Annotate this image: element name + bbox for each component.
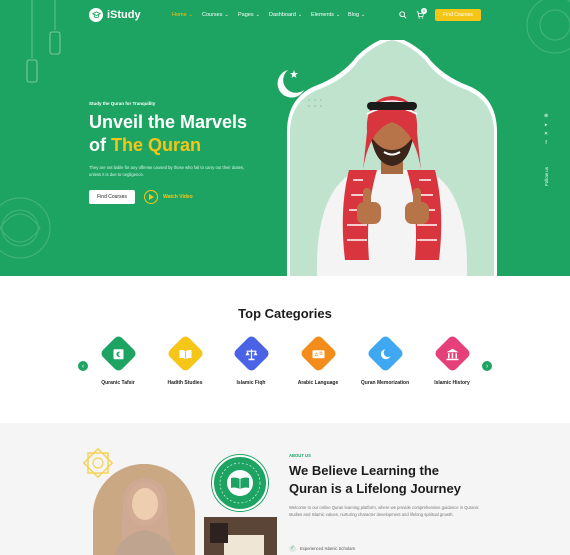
about-photo-student: [93, 464, 195, 555]
check-icon: ✓: [289, 545, 296, 552]
chevron-down-icon: ⌄: [188, 12, 193, 18]
category-label: Hadith Studies: [167, 380, 203, 386]
chevron-down-icon: ⌄: [224, 12, 229, 18]
hero-title: Unveil the Marvels of The Quran: [89, 111, 247, 157]
nav-item-label: Home: [172, 12, 187, 18]
about-title-line2: Quran is a Lifelong Journey: [289, 481, 461, 496]
category-icon-tile: A: [298, 334, 338, 373]
category-card-islamic-history[interactable]: Islamic History: [417, 334, 487, 386]
hero-title-highlight: The Quran: [111, 135, 202, 155]
nav-item-home[interactable]: Home ⌄: [172, 12, 193, 18]
nav-item-label: Blog: [348, 12, 360, 18]
category-card-islamic-fiqh[interactable]: Islamic Fiqh: [216, 334, 286, 386]
find-courses-button[interactable]: Find Courses: [435, 9, 481, 21]
nav-item-pages[interactable]: Pages ⌄: [238, 12, 260, 18]
about-title: We Believe Learning the Quran is a Lifel…: [289, 462, 461, 498]
chevron-down-icon: ⌄: [361, 12, 366, 18]
nav-item-label: Courses: [202, 12, 223, 18]
pinterest-icon[interactable]: ⊛: [544, 113, 548, 119]
category-label: Islamic Fiqh: [236, 380, 266, 386]
nav-item-label: Pages: [238, 12, 254, 18]
category-card-arabic-language[interactable]: A Arabic Language: [283, 334, 353, 386]
about-photo-reading: [204, 517, 277, 555]
play-icon: [144, 190, 158, 204]
category-icon-tile: [165, 334, 205, 373]
brand-name: iStudy: [107, 9, 141, 21]
cart-count-badge: 0: [421, 8, 427, 14]
social-links: ⊛ ▸ ✕ f: [544, 113, 548, 146]
category-card-quran-memorization[interactable]: Quran Memorization: [350, 334, 420, 386]
nav-item-label: Dashboard: [269, 12, 296, 18]
watch-video-button[interactable]: Watch Video: [144, 190, 193, 204]
chevron-down-icon: ⌄: [297, 12, 303, 18]
nav-item-elements[interactable]: Elements ⌄: [311, 12, 340, 18]
hero-title-line1: Unveil the Marvels: [89, 112, 248, 132]
search-icon[interactable]: [399, 11, 407, 19]
categories-title: Top Categories: [238, 306, 332, 321]
hero-description: They are not liable for any offense caus…: [89, 165, 245, 177]
chevron-down-icon: ⌄: [335, 12, 341, 18]
about-badge: [212, 455, 268, 511]
logo-icon: [89, 8, 103, 22]
language-icon: A: [312, 349, 324, 358]
hero-arch-image: [287, 40, 497, 276]
about-section: [0, 423, 570, 555]
nav-item-blog[interactable]: Blog ⌄: [348, 12, 365, 18]
logo[interactable]: iStudy: [89, 8, 141, 22]
checklist-item: ✓ Experienced Islamic Scholars: [289, 545, 355, 552]
category-icon-tile: [365, 334, 405, 373]
page: iStudy Home ⌄ Courses ⌄ Pages ⌄ Dashboard ⌄ …: [0, 0, 570, 555]
category-card-quranic-tafsir[interactable]: Quranic Tafsir: [83, 334, 153, 386]
hero-title-prefix: of: [89, 135, 111, 155]
category-icon-tile: [432, 334, 472, 373]
chevron-down-icon: ⌄: [255, 12, 260, 18]
category-label: Islamic History: [434, 380, 470, 386]
hero-kicker: Study the Quran for Tranquility: [89, 101, 156, 106]
top-navbar: iStudy Home ⌄ Courses ⌄ Pages ⌄ Dashboard ⌄ …: [0, 0, 570, 30]
museum-icon: [446, 348, 458, 360]
nav-item-dashboard[interactable]: Dashboard ⌄: [269, 12, 302, 18]
category-label: Quranic Tafsir: [101, 380, 135, 386]
category-card-hadith-studies[interactable]: Hadith Studies: [150, 334, 220, 386]
scales-icon: [245, 348, 257, 360]
category-icon-tile: [98, 334, 138, 373]
crescent-star-icon: [277, 70, 304, 98]
hero-section: iStudy Home ⌄ Courses ⌄ Pages ⌄ Dashboard ⌄ …: [0, 0, 570, 276]
watch-video-label: Watch Video: [163, 194, 193, 200]
hero-find-courses-button[interactable]: Find Courses: [89, 190, 135, 204]
category-icon-tile: [231, 334, 271, 373]
category-label: Quran Memorization: [360, 380, 410, 386]
follow-us-label: Follow us: [544, 166, 549, 186]
ornament-decoration: [0, 197, 51, 259]
crescent-icon: [380, 348, 390, 359]
about-description: Welcome to our online Quran learning pla…: [289, 505, 479, 517]
about-tag: ABOUT US: [289, 453, 311, 458]
book-open-icon: [179, 349, 191, 359]
youtube-icon[interactable]: ▸: [545, 122, 548, 128]
quran-icon: [113, 348, 123, 359]
facebook-icon[interactable]: f: [545, 140, 546, 146]
svg-text:A: A: [314, 352, 318, 358]
about-title-line1: We Believe Learning the: [289, 463, 440, 478]
hero-title-line2: of The Quran: [89, 134, 247, 157]
x-twitter-icon[interactable]: ✕: [544, 131, 548, 137]
nav-item-courses[interactable]: Courses ⌄: [202, 12, 229, 18]
nav-item-label: Elements: [311, 12, 334, 18]
checklist-label: Experienced Islamic Scholars: [300, 546, 355, 551]
category-label: Arabic Language: [297, 380, 339, 386]
